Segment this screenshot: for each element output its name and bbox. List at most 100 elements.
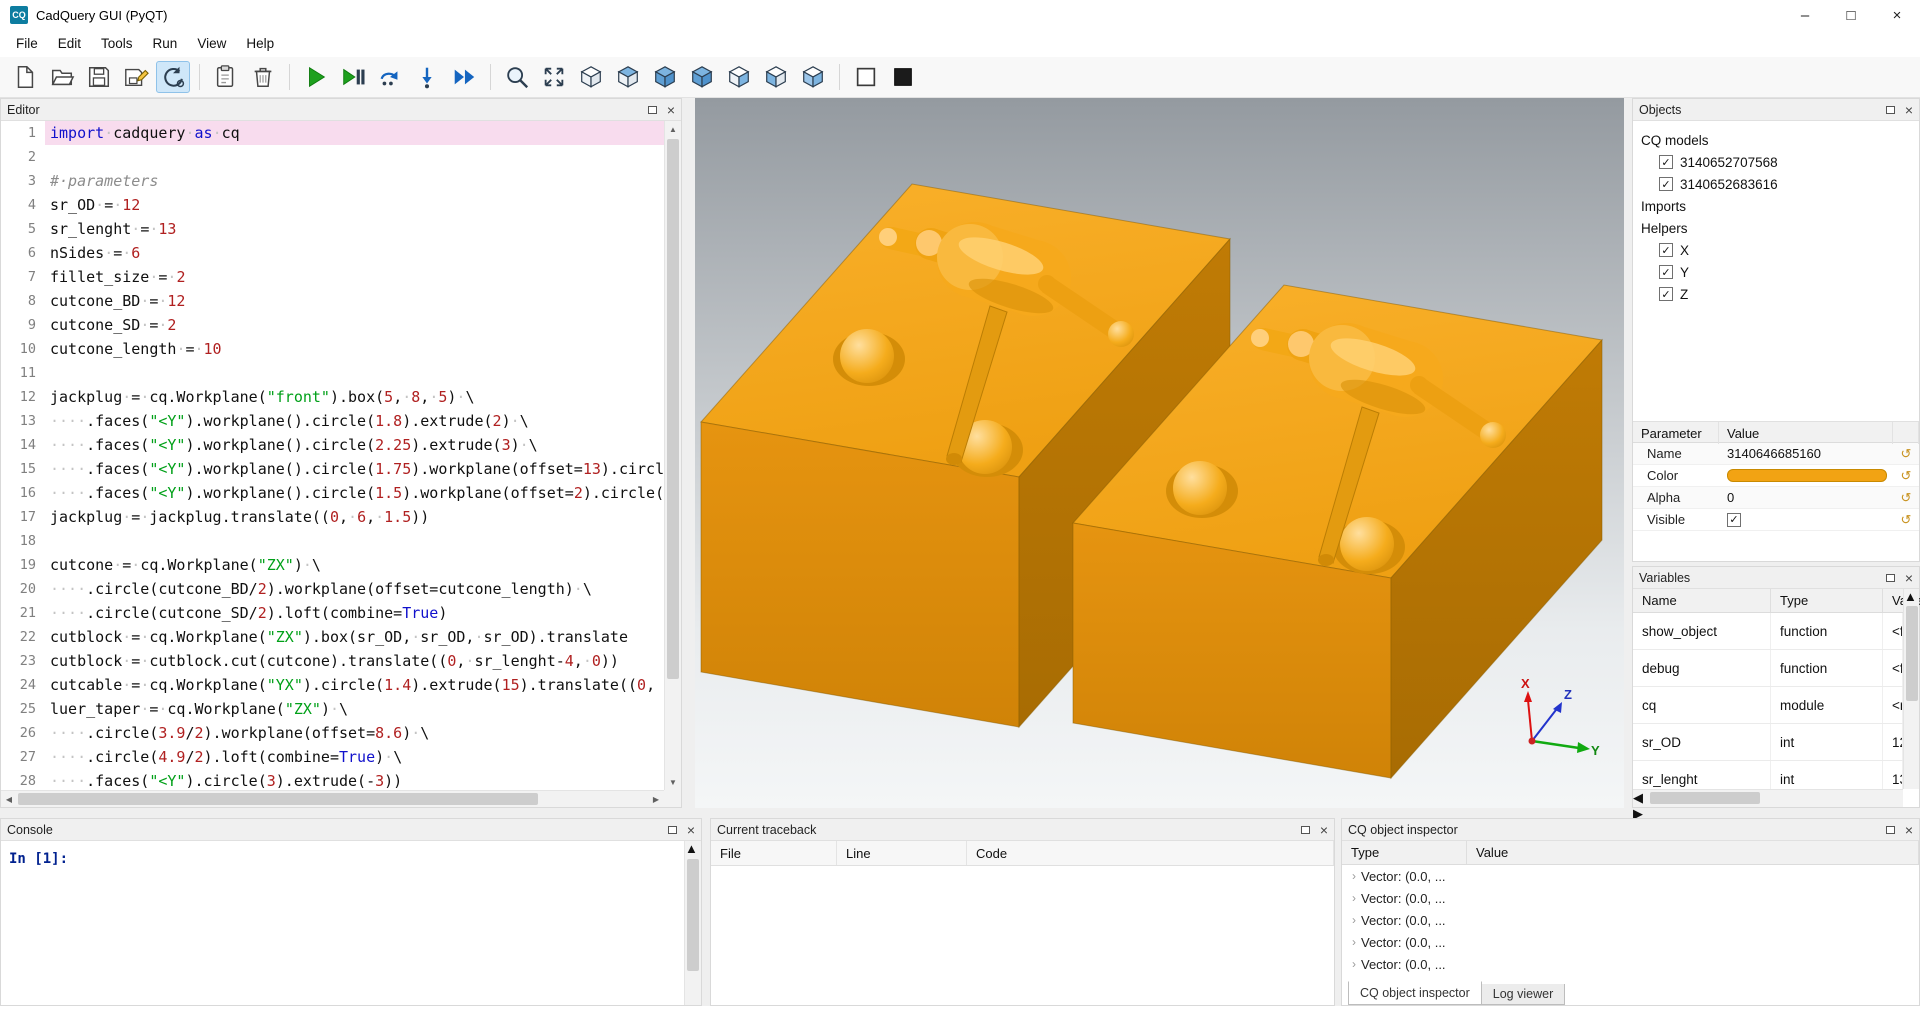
save-as-script-button[interactable] bbox=[119, 61, 153, 93]
code-line-20[interactable]: 20····.circle(cutcone_BD/2).workplane(of… bbox=[1, 577, 664, 601]
checkbox[interactable] bbox=[1659, 155, 1673, 169]
tree-item-z[interactable]: Z bbox=[1633, 283, 1919, 305]
code-line-4[interactable]: 4sr_OD·=·12 bbox=[1, 193, 664, 217]
delete-object-button[interactable] bbox=[246, 61, 280, 93]
scrollbar-thumb[interactable] bbox=[687, 859, 699, 971]
autoreload-toggle-button[interactable] bbox=[156, 61, 190, 93]
menu-edit[interactable]: Edit bbox=[48, 32, 91, 55]
checkbox[interactable] bbox=[1659, 287, 1673, 301]
scrollbar-thumb[interactable] bbox=[1650, 792, 1760, 804]
tab-log-viewer[interactable]: Log viewer bbox=[1481, 984, 1565, 1005]
code-line-9[interactable]: 9cutcone_SD·=·2 bbox=[1, 313, 664, 337]
param-value[interactable] bbox=[1719, 469, 1893, 482]
inspector-row[interactable]: ›Vector: (0.0, ... bbox=[1342, 909, 1919, 931]
inspector-row[interactable]: ›Vector: (0.0, ... bbox=[1342, 953, 1919, 975]
float-dock-icon[interactable] bbox=[668, 826, 677, 834]
console-dock-header[interactable]: Console × bbox=[1, 819, 701, 841]
code-line-5[interactable]: 5sr_lenght·=·13 bbox=[1, 217, 664, 241]
code-line-25[interactable]: 25luer_taper·=·cq.Workplane("ZX")·\ bbox=[1, 697, 664, 721]
view-iso-button[interactable] bbox=[574, 61, 608, 93]
view-back-button[interactable] bbox=[722, 61, 756, 93]
code-line-6[interactable]: 6nSides·=·6 bbox=[1, 241, 664, 265]
code-line-3[interactable]: 3#·parameters bbox=[1, 169, 664, 193]
editor-vertical-scrollbar[interactable]: ▲ ▼ bbox=[664, 121, 681, 790]
code-line-12[interactable]: 12jackplug·=·cq.Workplane("front").box(5… bbox=[1, 385, 664, 409]
render-button[interactable] bbox=[299, 61, 333, 93]
step-over-button[interactable] bbox=[373, 61, 407, 93]
debug-script-button[interactable] bbox=[336, 61, 370, 93]
variables-dock-header[interactable]: Variables × bbox=[1633, 567, 1919, 589]
minimize-button[interactable]: – bbox=[1782, 0, 1828, 30]
param-col-header[interactable]: Parameter bbox=[1633, 422, 1719, 444]
new-script-button[interactable] bbox=[8, 61, 42, 93]
reset-param-icon[interactable]: ↺ bbox=[1893, 446, 1919, 462]
menu-file[interactable]: File bbox=[6, 32, 48, 55]
insp-col-header[interactable]: Type bbox=[1342, 841, 1467, 864]
close-dock-icon[interactable]: × bbox=[667, 103, 675, 117]
traceback-col-header[interactable]: File bbox=[711, 841, 837, 865]
tree-item-x[interactable]: X bbox=[1633, 239, 1919, 261]
scroll-up-arrow-icon[interactable]: ▲ bbox=[1904, 589, 1919, 604]
inspector-dock-header[interactable]: CQ object inspector × bbox=[1342, 819, 1919, 841]
tree-item-helpers[interactable]: Helpers bbox=[1633, 217, 1919, 239]
inspector-row[interactable]: ›Vector: (0.0, ... bbox=[1342, 887, 1919, 909]
code-line-1[interactable]: 1import·cadquery·as·cq bbox=[1, 121, 664, 145]
variable-row[interactable]: show_objectfunction<f bbox=[1633, 613, 1903, 650]
visible-checkbox[interactable] bbox=[1727, 513, 1741, 527]
view-front-button[interactable] bbox=[685, 61, 719, 93]
expand-chevron-icon[interactable]: › bbox=[1347, 957, 1361, 971]
open-script-button[interactable] bbox=[45, 61, 79, 93]
scrollbar-thumb[interactable] bbox=[667, 139, 679, 679]
code-line-16[interactable]: 16····.faces("<Y").workplane().circle(1.… bbox=[1, 481, 664, 505]
code-line-14[interactable]: 14····.faces("<Y").workplane().circle(2.… bbox=[1, 433, 664, 457]
shaded-mode-button[interactable] bbox=[886, 61, 920, 93]
close-button[interactable]: × bbox=[1874, 0, 1920, 30]
variables-vertical-scrollbar[interactable]: ▲ ▼ bbox=[1903, 589, 1919, 789]
insp-col-header[interactable]: Value bbox=[1467, 841, 1919, 864]
scrollbar-thumb[interactable] bbox=[1906, 606, 1918, 701]
editor-dock-header[interactable]: Editor × bbox=[1, 99, 681, 121]
code-line-10[interactable]: 10cutcone_length·=·10 bbox=[1, 337, 664, 361]
reset-param-icon[interactable]: ↺ bbox=[1893, 490, 1919, 506]
code-line-8[interactable]: 8cutcone_BD·=·12 bbox=[1, 289, 664, 313]
param-value[interactable] bbox=[1719, 513, 1893, 527]
step-into-button[interactable] bbox=[410, 61, 444, 93]
scroll-up-arrow-icon[interactable]: ▲ bbox=[665, 121, 681, 137]
code-line-27[interactable]: 27····.circle(4.9/2).loft(combine=True)·… bbox=[1, 745, 664, 769]
param-value[interactable]: 0 bbox=[1719, 490, 1893, 505]
scroll-up-arrow-icon[interactable]: ▲ bbox=[685, 841, 701, 856]
copy-to-clipboard-button[interactable] bbox=[209, 61, 243, 93]
variable-row[interactable]: cqmodule<m bbox=[1633, 687, 1903, 724]
color-swatch[interactable] bbox=[1727, 469, 1887, 482]
float-dock-icon[interactable] bbox=[1886, 106, 1895, 114]
reset-param-icon[interactable]: ↺ bbox=[1893, 512, 1919, 528]
code-line-23[interactable]: 23cutblock·=·cutblock.cut(cutcone).trans… bbox=[1, 649, 664, 673]
close-dock-icon[interactable]: × bbox=[1905, 571, 1913, 585]
code-line-2[interactable]: 2 bbox=[1, 145, 664, 169]
checkbox[interactable] bbox=[1659, 243, 1673, 257]
code-line-24[interactable]: 24cutcable·=·cq.Workplane("YX").circle(1… bbox=[1, 673, 664, 697]
scroll-down-arrow-icon[interactable]: ▼ bbox=[665, 774, 681, 790]
console-vertical-scrollbar[interactable]: ▲ ▼ bbox=[684, 841, 701, 1005]
code-line-28[interactable]: 28····.faces("<Y").circle(3).extrude(-3)… bbox=[1, 769, 664, 790]
close-dock-icon[interactable]: × bbox=[1320, 823, 1328, 837]
checkbox[interactable] bbox=[1659, 265, 1673, 279]
param-value[interactable]: 3140646685160 bbox=[1719, 446, 1893, 461]
view-bottom-button[interactable] bbox=[648, 61, 682, 93]
save-script-button[interactable] bbox=[82, 61, 116, 93]
view-left-button[interactable] bbox=[759, 61, 793, 93]
code-line-7[interactable]: 7fillet_size·=·2 bbox=[1, 265, 664, 289]
variables-horizontal-scrollbar[interactable]: ◀ ▶ bbox=[1633, 789, 1903, 807]
code-editor[interactable]: 1import·cadquery·as·cq23#·parameters4sr_… bbox=[1, 121, 664, 790]
editor-horizontal-scrollbar[interactable]: ◀ ▶ bbox=[1, 790, 664, 807]
code-line-22[interactable]: 22cutblock·=·cq.Workplane("ZX").box(sr_O… bbox=[1, 625, 664, 649]
3d-viewport[interactable]: X Z Y bbox=[695, 98, 1624, 808]
tree-item-cq-models[interactable]: CQ models bbox=[1633, 129, 1919, 151]
traceback-dock-header[interactable]: Current traceback × bbox=[711, 819, 1334, 841]
menu-help[interactable]: Help bbox=[236, 32, 284, 55]
scroll-left-arrow-icon[interactable]: ◀ bbox=[1, 791, 17, 807]
traceback-col-header[interactable]: Line bbox=[837, 841, 967, 865]
checkbox[interactable] bbox=[1659, 177, 1673, 191]
continue-debug-button[interactable] bbox=[447, 61, 481, 93]
maximize-button[interactable]: □ bbox=[1828, 0, 1874, 30]
